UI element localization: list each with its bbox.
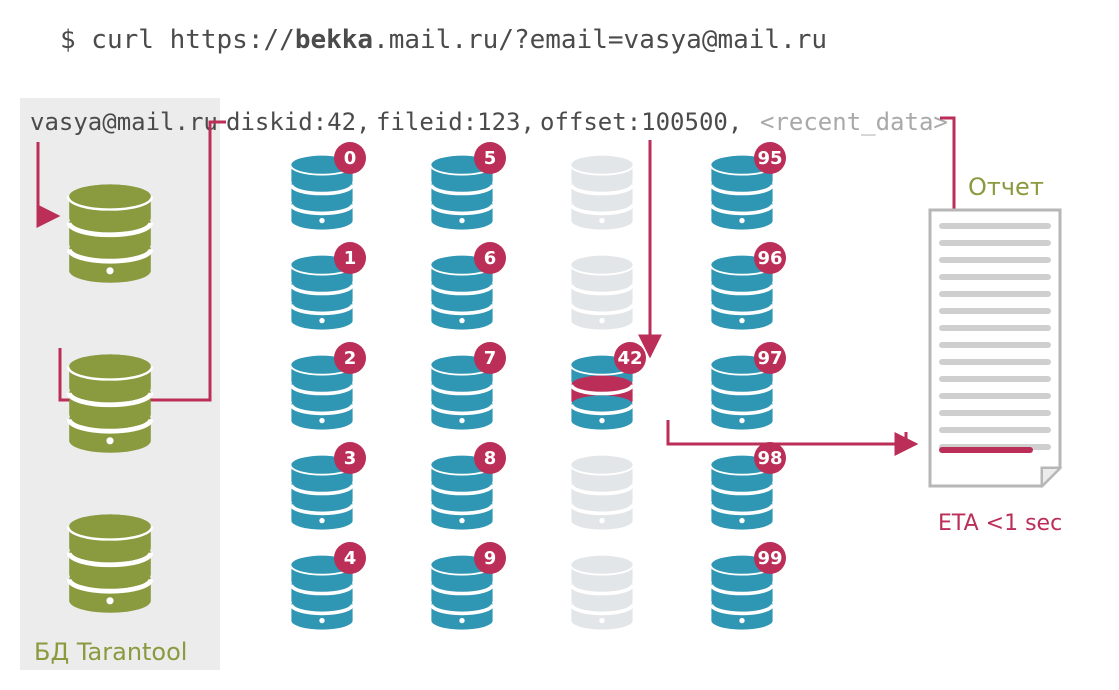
report: Отчет ETA <1 sec [930, 173, 1062, 536]
email-text: vasya@mail.ru [30, 108, 218, 136]
disk-badge-label: 1 [344, 248, 357, 269]
tarantool-dbs [69, 184, 151, 612]
storage-grid: 0 1 2 3 4 5 6 7 8 9 42 95 96 97 98 99 [291, 142, 786, 630]
disk-badge-label: 3 [344, 448, 357, 469]
disk-badge-label: 5 [484, 148, 497, 169]
eta-label: ETA <1 sec [938, 511, 1062, 536]
disk-badge-label: 95 [757, 148, 782, 169]
svg-text:<recent_data>: <recent_data> [760, 108, 948, 136]
disk-cell [571, 456, 632, 530]
svg-text:offset:100500,: offset:100500, [540, 108, 742, 136]
disk-badge-label: 4 [344, 548, 357, 569]
svg-text:fileid:123,: fileid:123, [376, 108, 535, 136]
tarantool-label: БД Tarantool [34, 638, 187, 666]
tarantool-db-0 [69, 184, 151, 282]
disk-badge-label: 99 [757, 548, 782, 569]
disk-badge-label: 97 [757, 348, 782, 369]
disk-badge-label: 6 [484, 248, 497, 269]
disk-badge-label: 7 [484, 348, 497, 369]
disk-badge-label: 9 [484, 548, 497, 569]
disk-badge-label: 0 [344, 148, 357, 169]
cmd-line: $ curl https://bekka.mail.ru/?email=vasy… [60, 25, 827, 55]
disk-badge-label: 98 [757, 448, 782, 469]
disk-badge-label: 96 [757, 248, 782, 269]
disk-badge-label: 2 [344, 348, 357, 369]
disk-cell [571, 256, 632, 330]
disk-cell [571, 156, 632, 230]
disk-badge-label: 42 [617, 348, 642, 369]
arrow-disk42-to-report [668, 420, 916, 444]
meta-line: diskid:42, fileid:123, offset:100500, <r… [226, 108, 948, 136]
svg-text:diskid:42,: diskid:42, [226, 108, 371, 136]
disk-badge-label: 8 [484, 448, 497, 469]
disk-cell [571, 556, 632, 630]
tarantool-db-2 [69, 514, 151, 612]
report-label: Отчет [968, 173, 1044, 201]
tarantool-db-1 [69, 354, 151, 452]
arrow-disk42-out [668, 420, 906, 444]
